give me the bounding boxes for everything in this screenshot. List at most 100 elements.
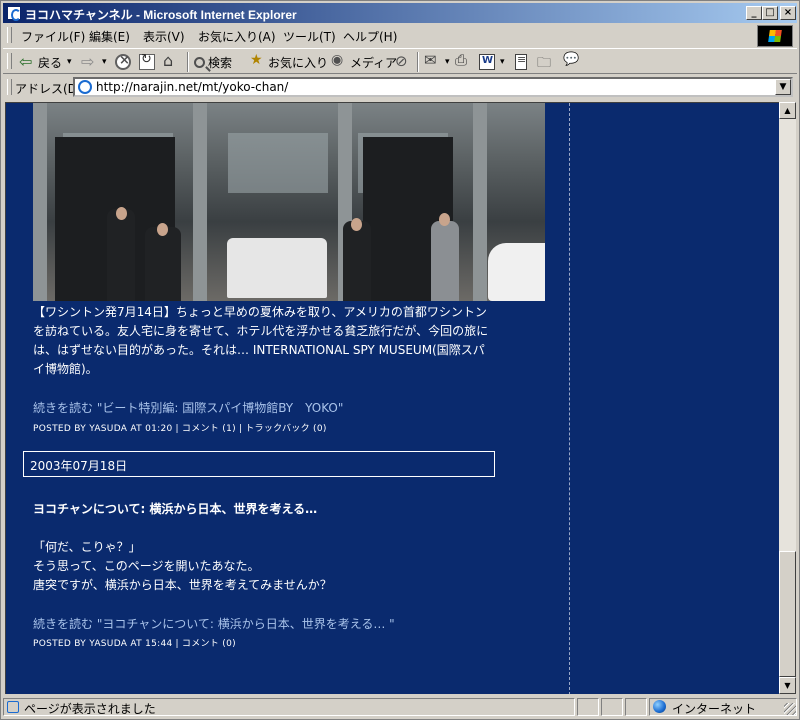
menu-bar: ファイル(F) 編集(E) 表示(V) お気に入り(A) ツール(T) ヘルプ(… — [3, 25, 755, 45]
window-pane — [228, 133, 328, 193]
entry-meta: POSTED BY YASUDA AT 01:20 | コメント (1) | トラックバ… — [33, 424, 327, 434]
posted-by: POSTED BY YASUDA AT 01:20 — [33, 424, 173, 434]
windows-logo-throbber — [757, 25, 793, 47]
person — [107, 209, 135, 301]
address-input[interactable]: http://narajin.net/mt/yoko-chan/ ▼ — [73, 77, 793, 97]
stop-icon — [115, 53, 131, 70]
resize-grip[interactable] — [784, 703, 796, 715]
menu-tools[interactable]: ツール(T) — [283, 28, 336, 45]
column-divider — [569, 103, 570, 694]
toolbar-separator — [187, 52, 189, 72]
print-button[interactable] — [455, 51, 471, 71]
title-bar[interactable]: ヨコハマチャンネル - Microsoft Internet Explorer … — [3, 3, 797, 23]
white-car — [488, 243, 545, 301]
folder-button[interactable] — [537, 52, 553, 76]
close-button[interactable]: × — [780, 6, 796, 20]
person-head — [439, 213, 450, 226]
person-head — [157, 223, 168, 236]
messenger-icon — [563, 52, 579, 70]
menu-favorites[interactable]: お気に入り(A) — [198, 28, 276, 45]
favorites-label: お気に入り — [268, 55, 329, 70]
person — [343, 221, 371, 301]
ie-icon[interactable] — [7, 6, 21, 21]
refresh-icon — [139, 52, 155, 70]
status-cell — [625, 698, 647, 716]
folder-icon — [537, 52, 553, 76]
person-head — [351, 218, 362, 231]
media-button[interactable]: メディア — [331, 52, 398, 71]
windows-logo-icon — [768, 30, 782, 42]
search-label: 検索 — [208, 55, 233, 70]
addressbar-grip[interactable] — [7, 79, 12, 95]
menu-file[interactable]: ファイル(F) — [21, 28, 85, 45]
messenger-button[interactable] — [563, 52, 579, 71]
entry-paragraph: 【ワシントン発7月14日】ちょっと早めの夏休みを取り、アメリカの首都ワシントンを… — [33, 305, 489, 376]
media-label: メディア — [350, 55, 398, 70]
date-header: 2003年07月18日 — [23, 451, 495, 477]
security-zone-cell[interactable]: インターネット — [649, 698, 797, 716]
building-pillar — [193, 103, 207, 301]
status-message-cell: ページが表示されました — [3, 698, 575, 716]
page-done-icon — [7, 701, 19, 713]
history-icon — [395, 52, 411, 70]
internet-globe-icon — [653, 700, 666, 713]
building-pillar — [473, 103, 487, 301]
print-icon — [455, 51, 471, 70]
person — [431, 221, 459, 301]
mail-button[interactable] — [424, 51, 450, 71]
search-icon — [194, 56, 205, 68]
vertical-scrollbar[interactable]: ▲ ▼ — [779, 102, 796, 694]
comments-link[interactable]: コメント (1) — [182, 424, 236, 434]
address-bar: アドレス(D) http://narajin.net/mt/yoko-chan/… — [3, 75, 797, 99]
comments-link[interactable]: コメント (0) — [182, 639, 236, 649]
back-button[interactable]: 戻る — [19, 52, 72, 71]
menu-help[interactable]: ヘルプ(H) — [343, 28, 397, 45]
person — [145, 227, 181, 301]
minimize-button[interactable]: _ — [746, 6, 762, 20]
forward-button[interactable] — [81, 52, 107, 71]
read-more-link[interactable]: 続きを読む "ビート特別編: 国際スパイ博物館BY YOKO" — [33, 399, 343, 416]
home-button[interactable] — [163, 51, 179, 71]
status-message: ページが表示されました — [24, 702, 156, 716]
window-title: ヨコハマチャンネル - Microsoft Internet Explorer — [25, 8, 297, 22]
entry-line: 唐突ですが、横浜から日本、世界を考えてみませんか？ — [33, 578, 332, 592]
favorites-button[interactable]: お気に入り — [249, 52, 329, 71]
menu-edit[interactable]: 編集(E) — [89, 28, 130, 45]
back-arrow-icon — [19, 52, 35, 71]
menu-view[interactable]: 表示(V) — [143, 28, 185, 45]
zone-label: インターネット — [672, 702, 757, 716]
document-icon — [515, 53, 527, 70]
address-url[interactable]: http://narajin.net/mt/yoko-chan/ — [96, 80, 288, 94]
status-cell — [601, 698, 623, 716]
media-icon — [331, 52, 347, 70]
read-more-link[interactable]: 続きを読む "ヨコチャンについて: 横浜から日本、世界を考える… " — [33, 615, 395, 632]
entry-line: そう思って、このページを開いたあなた。 — [33, 559, 260, 573]
menubar-grip[interactable] — [7, 27, 12, 43]
white-truck — [227, 238, 327, 298]
person-head — [116, 207, 127, 220]
discuss-button[interactable] — [515, 53, 527, 71]
search-button[interactable]: 検索 — [194, 53, 232, 71]
spy-museum-photo — [33, 103, 545, 301]
page-icon — [78, 80, 92, 94]
scroll-down-button[interactable]: ▼ — [779, 677, 796, 694]
trackback-link[interactable]: トラックバック (0) — [245, 424, 326, 434]
word-edit-icon — [479, 54, 495, 70]
page-viewport[interactable]: 【ワシントン発7月14日】ちょっと早めの夏休みを取り、アメリカの首都ワシントンを… — [5, 102, 779, 694]
toolbar-grip[interactable] — [7, 53, 12, 69]
standard-toolbar: 戻る 検索 お気に入り メディア — [3, 48, 797, 76]
toolbar-separator — [417, 52, 419, 72]
posted-by: POSTED BY YASUDA AT 15:44 — [33, 639, 173, 649]
maximize-button[interactable]: □ — [762, 6, 778, 20]
entry-meta: POSTED BY YASUDA AT 15:44 | コメント (0) — [33, 639, 236, 649]
building-pillar — [33, 103, 47, 301]
refresh-button[interactable] — [139, 52, 155, 71]
stop-button[interactable] — [115, 53, 131, 71]
address-dropdown-button[interactable]: ▼ — [775, 79, 791, 95]
scroll-up-button[interactable]: ▲ — [779, 102, 796, 119]
address-label: アドレス(D) — [15, 82, 82, 96]
edit-button[interactable] — [479, 53, 505, 71]
scroll-thumb[interactable] — [779, 551, 796, 677]
history-button[interactable] — [395, 52, 411, 71]
forward-arrow-icon — [81, 52, 97, 71]
